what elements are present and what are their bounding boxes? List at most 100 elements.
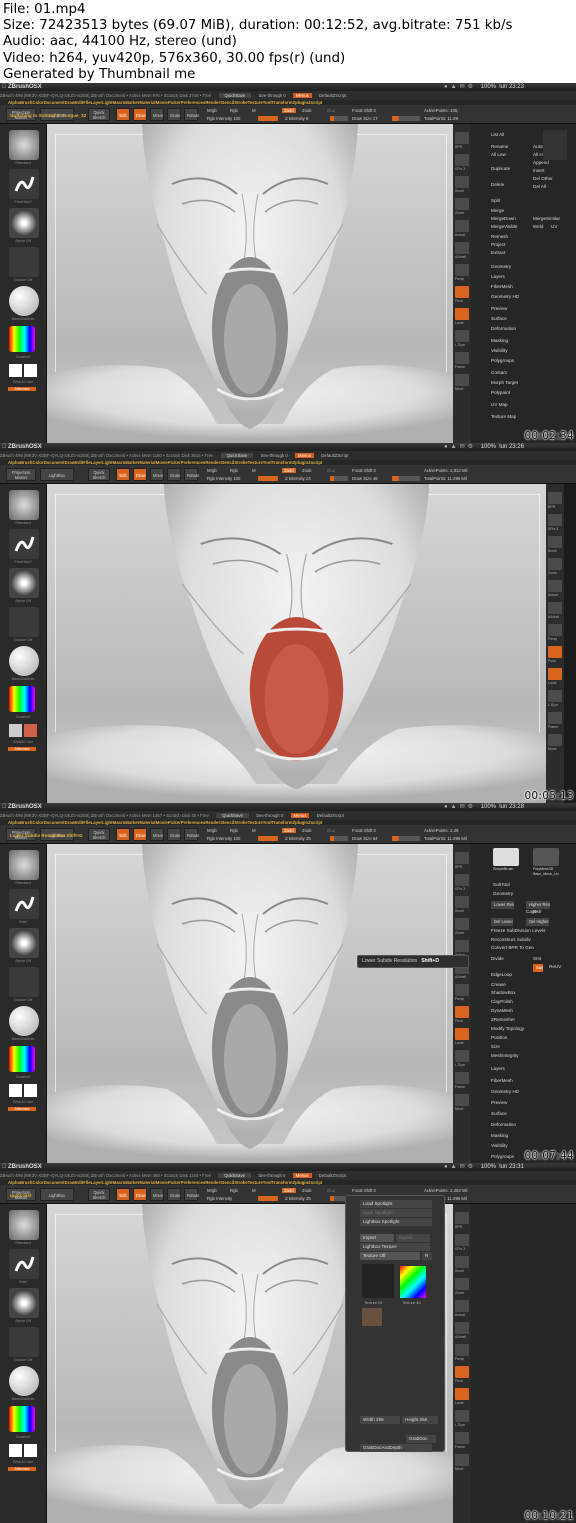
- geometry-item[interactable]: Deformation: [491, 1122, 516, 1127]
- alpha-thumbnail[interactable]: [9, 928, 39, 958]
- brush-thumbnail[interactable]: [9, 130, 39, 160]
- zcut-toggle[interactable]: Zcut: [327, 828, 335, 833]
- switch-color-button[interactable]: SwitchColor: [2, 740, 44, 744]
- material-thumbnail[interactable]: [9, 1366, 39, 1396]
- menus-button[interactable]: Menus: [292, 93, 312, 98]
- app-name[interactable]: ZBrushOSX: [8, 83, 42, 91]
- main-color-swatch[interactable]: [9, 1084, 22, 1097]
- geometry-item[interactable]: Surface: [491, 1111, 507, 1116]
- geometry-item[interactable]: Convert BPR To Geo: [491, 945, 534, 950]
- shelf-button-0[interactable]: BPR: [455, 132, 469, 149]
- texture-thumbnail[interactable]: [9, 967, 39, 997]
- zadd-toggle[interactable]: Zadd: [282, 468, 296, 473]
- edit-button[interactable]: Edit: [116, 468, 130, 481]
- rgb-intensity-slider[interactable]: Rgb Intensity 100: [207, 476, 240, 481]
- rgb-slider[interactable]: [258, 836, 278, 841]
- alpha-thumbnail[interactable]: [9, 568, 39, 598]
- edit-button[interactable]: Edit: [116, 828, 130, 841]
- apple-icon[interactable]: : [2, 1163, 7, 1171]
- mrgb-toggle[interactable]: Mrgb: [207, 828, 217, 833]
- rgb-intensity-slider[interactable]: Rgb Intensity 100: [207, 836, 240, 841]
- shelf-button-4[interactable]: Actual: [455, 1300, 469, 1317]
- subtool-item[interactable]: Visibility: [491, 348, 508, 353]
- menus-button[interactable]: Menus: [295, 453, 314, 458]
- texture-slot-2[interactable]: [400, 1266, 426, 1298]
- m-toggle[interactable]: M: [252, 1188, 256, 1193]
- geometry-item[interactable]: Polygroups: [491, 1154, 514, 1159]
- geometry-item[interactable]: Divide: [491, 956, 504, 961]
- rgb-slider[interactable]: [258, 1196, 278, 1201]
- apple-icon[interactable]: : [2, 443, 7, 451]
- subtool-item[interactable]: MergeDown: [491, 216, 516, 221]
- subtool-item[interactable]: Rename: [491, 144, 508, 149]
- shelf-button-8[interactable]: Local: [548, 668, 562, 685]
- quicksave-button[interactable]: QuickSave: [220, 453, 254, 458]
- secondary-color-swatch[interactable]: [24, 1084, 37, 1097]
- subtool-item[interactable]: List All: [491, 132, 504, 137]
- material-thumbnail[interactable]: [9, 286, 39, 316]
- subtool-item[interactable]: UV Map: [491, 402, 508, 407]
- geometry-item[interactable]: Position: [491, 1035, 507, 1040]
- shelf-button-6[interactable]: Persp: [548, 624, 562, 641]
- quick-sketch-button[interactable]: Quick Sketch: [88, 468, 110, 481]
- shelf-button-2[interactable]: Scroll: [455, 1256, 469, 1273]
- app-name[interactable]: ZBrushOSX: [8, 443, 42, 451]
- draw-button[interactable]: Draw: [133, 468, 147, 481]
- alternate-button[interactable]: Alternate: [8, 1107, 36, 1111]
- projection-master-button[interactable]: Projection Master: [6, 468, 36, 481]
- export-button[interactable]: Export: [396, 1234, 430, 1242]
- quick-sketch-button[interactable]: Quick Sketch: [88, 108, 110, 121]
- seethrough-slider[interactable]: See-through 0: [256, 813, 283, 818]
- save-spotlight-button[interactable]: Save Spotlight: [360, 1209, 432, 1217]
- geometry-item[interactable]: ShadowBox: [491, 990, 516, 995]
- geometry-item[interactable]: Rstr: [533, 909, 541, 914]
- geometry-item[interactable]: Layers: [491, 1066, 505, 1071]
- shelf-button-6[interactable]: Persp: [455, 984, 469, 1001]
- canvas[interactable]: [47, 124, 453, 443]
- shelf-button-2[interactable]: Scroll: [548, 536, 562, 553]
- draw-button[interactable]: Draw: [133, 828, 147, 841]
- shelf-button-1[interactable]: SPix 3: [455, 1234, 469, 1251]
- rotate-button[interactable]: Rotate: [184, 1188, 199, 1201]
- shelf-button-7[interactable]: Floor: [455, 1366, 469, 1383]
- geometry-item[interactable]: ZRemesher: [491, 1017, 515, 1022]
- zsub-toggle[interactable]: Zsub: [302, 1188, 312, 1193]
- seethrough-slider[interactable]: See-through 0: [259, 93, 286, 98]
- focal-shift-slider[interactable]: Focal Shift 0: [352, 108, 376, 113]
- stroke-thumbnail[interactable]: [9, 1249, 39, 1279]
- grabdoc-depth-button[interactable]: GrabDocAndDepth: [360, 1444, 432, 1452]
- geometry-item[interactable]: Modify Topology: [491, 1026, 524, 1031]
- switch-color-button[interactable]: SwitchColor: [2, 1100, 44, 1104]
- simple-brush-thumb[interactable]: [493, 848, 519, 866]
- quicksave-button[interactable]: QuickSave: [218, 1173, 251, 1178]
- subtool-item[interactable]: Del Other: [533, 176, 553, 181]
- shelf-button-9[interactable]: L.Sym: [455, 330, 469, 347]
- zsub-toggle[interactable]: Zsub: [302, 468, 312, 473]
- focal-shift-slider[interactable]: Focal Shift 0: [352, 1188, 376, 1193]
- shelf-button-1[interactable]: SPix 3: [455, 874, 469, 891]
- alpha-thumbnail[interactable]: [9, 208, 39, 238]
- geometry-item[interactable]: Lower Res: [491, 901, 515, 909]
- shelf-button-9[interactable]: L.Sym: [548, 690, 562, 707]
- menus-button[interactable]: Menus: [290, 813, 310, 818]
- zadd-toggle[interactable]: Zadd: [282, 1188, 296, 1193]
- size-slider[interactable]: [392, 116, 420, 121]
- m-toggle[interactable]: M: [252, 108, 256, 113]
- seethrough-slider[interactable]: See-through 0: [261, 453, 288, 458]
- rotate-button[interactable]: Rotate: [184, 828, 199, 841]
- main-color-swatch[interactable]: [9, 364, 22, 377]
- rgb-toggle[interactable]: Rgb: [230, 468, 238, 473]
- shelf-button-9[interactable]: L.Sym: [455, 1050, 469, 1067]
- shelf-button-3[interactable]: Zoom: [455, 198, 469, 215]
- secondary-color-swatch[interactable]: [24, 724, 37, 737]
- z-intensity-slider[interactable]: Z Intensity 9: [285, 116, 308, 121]
- rgb-toggle[interactable]: Rgb: [230, 108, 238, 113]
- geometry-item[interactable]: Higher Res: [526, 901, 550, 909]
- lightbox-texture-button[interactable]: Lightbox Texture: [360, 1243, 430, 1251]
- quicksave-button[interactable]: QuickSave: [216, 813, 249, 818]
- subtool-item[interactable]: MergeSimilar: [533, 216, 560, 221]
- move-button[interactable]: Move: [150, 828, 164, 841]
- geometry-item[interactable]: MeshIntegrity: [491, 1053, 519, 1058]
- quicksave-button[interactable]: QuickSave: [218, 93, 252, 98]
- subtool-item[interactable]: Delete: [491, 182, 504, 187]
